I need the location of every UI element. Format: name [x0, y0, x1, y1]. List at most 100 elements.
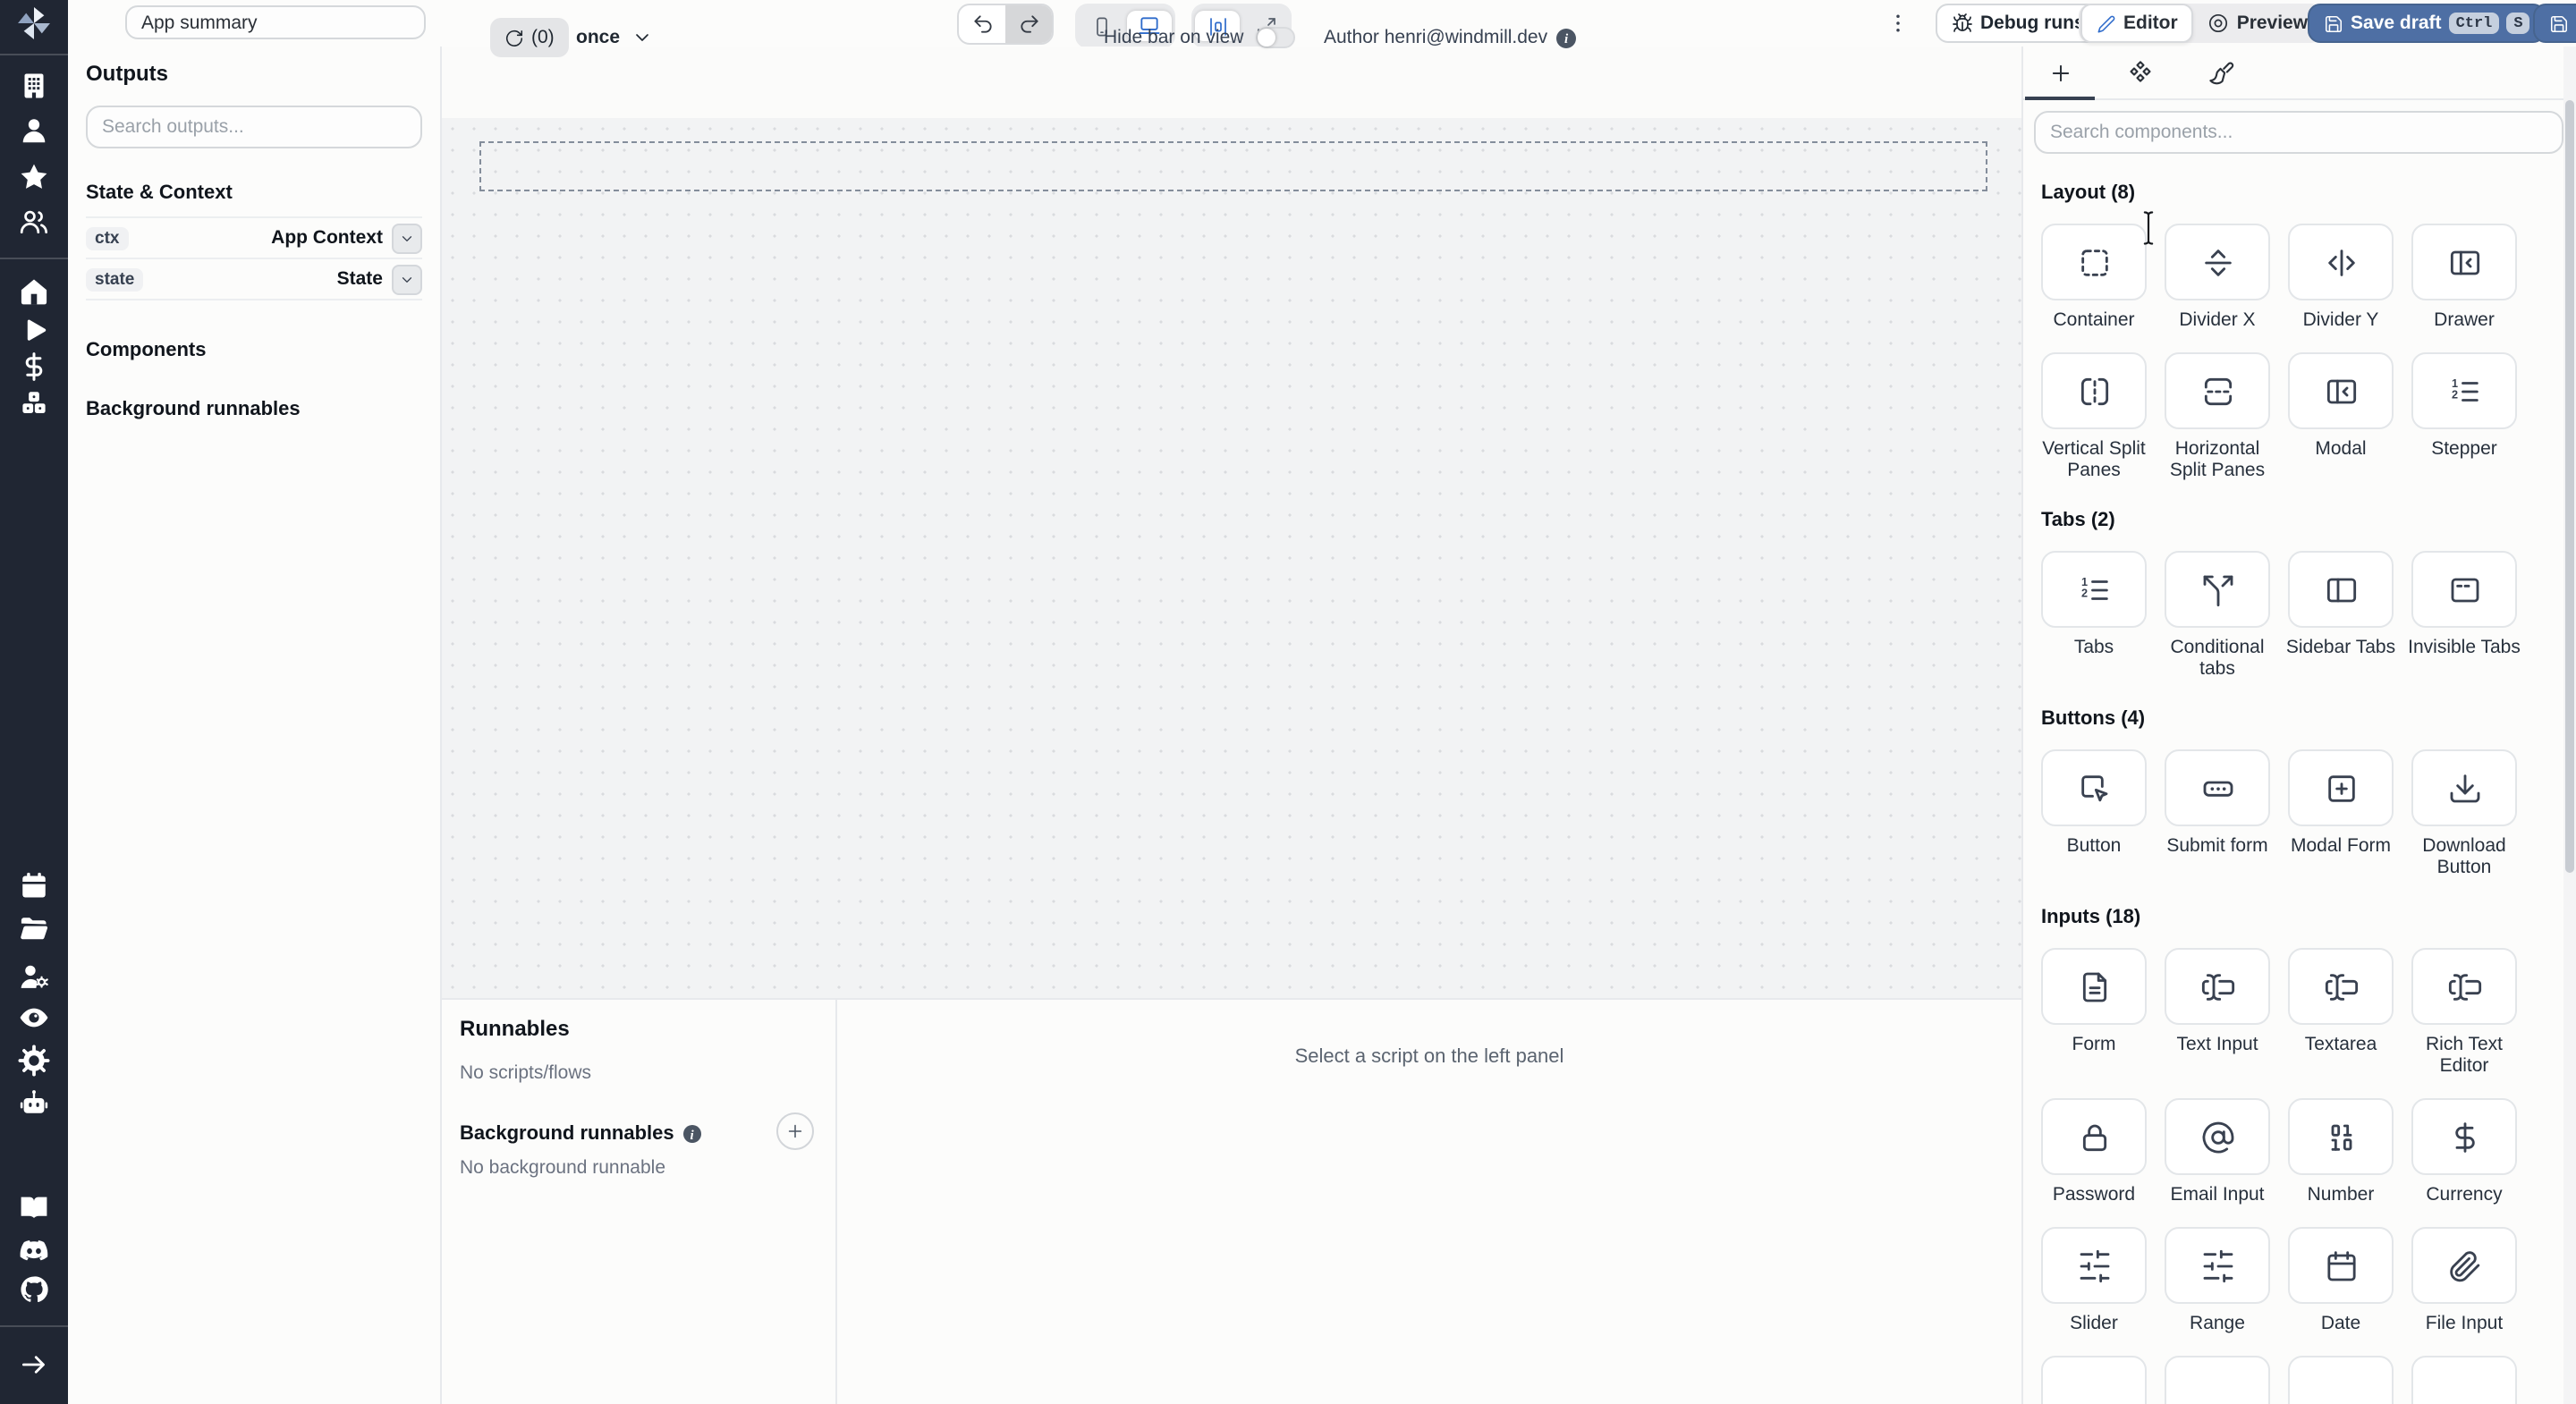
sidebar-user-button[interactable] — [18, 114, 50, 147]
drawer-icon — [2449, 250, 2479, 275]
info-icon[interactable]: i — [1556, 28, 1577, 47]
state-context-title: State & Context — [86, 182, 233, 204]
sidebar-discord-button[interactable] — [18, 1233, 50, 1265]
file-text-icon — [2081, 971, 2106, 1002]
component-card-currency[interactable] — [2411, 1098, 2517, 1175]
sidebar-user-cog-button[interactable] — [18, 960, 50, 992]
component-card-modal-form[interactable] — [2288, 749, 2394, 826]
app-canvas[interactable] — [442, 118, 2021, 998]
search-components-input[interactable] — [2034, 111, 2563, 154]
undo-button[interactable] — [959, 5, 1005, 43]
empty-drop-zone[interactable] — [479, 141, 1987, 191]
sidebar-dollar-button[interactable] — [18, 350, 50, 382]
sidebar-folder-open-button[interactable] — [18, 912, 50, 944]
component-card-form[interactable] — [2041, 948, 2147, 1025]
component-card-stepper[interactable]: 12 — [2411, 352, 2517, 429]
bot-icon — [20, 1089, 48, 1112]
component-card-divider-x[interactable] — [2165, 224, 2270, 300]
component-item-conditional-tabs: Conditional tabs — [2165, 551, 2270, 680]
sidebar-eye-button[interactable] — [18, 1002, 50, 1034]
book-open-icon — [21, 1197, 47, 1218]
app-summary-input[interactable] — [125, 5, 426, 39]
sidebar-play-button[interactable] — [18, 314, 50, 346]
component-card-cutoff[interactable] — [2165, 1356, 2270, 1404]
component-card-slider[interactable] — [2041, 1227, 2147, 1304]
tab-insert-component[interactable] — [2048, 60, 2073, 85]
component-card-download-button[interactable] — [2411, 749, 2517, 826]
interval-select[interactable]: once — [576, 18, 652, 57]
sliders-icon — [2202, 1248, 2233, 1282]
tab-preview[interactable]: Preview — [2194, 5, 2322, 41]
component-card-text-input[interactable] — [2165, 948, 2270, 1025]
sidebar-star-button[interactable] — [18, 161, 50, 193]
component-card-file-input[interactable] — [2411, 1227, 2517, 1304]
component-item-email-input: Email Input — [2165, 1098, 2270, 1205]
save-icon — [2325, 14, 2343, 32]
component-card-tabs[interactable]: 12 — [2041, 551, 2147, 628]
component-card-submit-form[interactable] — [2165, 749, 2270, 826]
component-card-drawer[interactable] — [2411, 224, 2517, 300]
sidebar-windmill-logo-button — [14, 4, 54, 43]
user-cog-icon — [21, 964, 48, 987]
save-draft-button[interactable]: Save draft Ctrl S — [2308, 4, 2546, 43]
component-card-divider-y[interactable] — [2288, 224, 2394, 300]
invisible-tabs-icon — [2450, 577, 2479, 602]
component-card-horizontal-split-panes[interactable] — [2165, 352, 2270, 429]
component-item-range: Range — [2165, 1227, 2270, 1334]
tab-styling[interactable] — [2207, 59, 2234, 86]
refresh-button[interactable]: (0) — [490, 18, 569, 57]
component-label: Tabs — [2073, 637, 2114, 658]
expand-state-button[interactable] — [392, 264, 422, 294]
tab-component-settings[interactable] — [2127, 59, 2154, 86]
component-card-modal[interactable] — [2288, 352, 2394, 429]
component-card-cutoff[interactable] — [2288, 1356, 2394, 1404]
component-card-container[interactable] — [2041, 224, 2147, 300]
deploy-button[interactable]: Deploy — [2533, 4, 2576, 43]
component-card-sidebar-tabs[interactable] — [2288, 551, 2394, 628]
component-card-password[interactable] — [2041, 1098, 2147, 1175]
component-item-textarea: Textarea — [2288, 948, 2394, 1077]
dollar-sign-icon — [2454, 1121, 2474, 1152]
sidebar-github-button[interactable] — [18, 1273, 50, 1305]
arrow-right-icon — [21, 1356, 45, 1374]
scrollbar-track[interactable] — [2563, 47, 2576, 1404]
component-card-cutoff[interactable] — [2411, 1356, 2517, 1404]
hide-bar-toggle[interactable] — [1256, 27, 1296, 48]
canvas-toolbar — [442, 47, 2021, 118]
sidebar-building-button[interactable] — [18, 70, 50, 102]
component-card-invisible-tabs[interactable] — [2411, 551, 2517, 628]
sidebar-calendar-button[interactable] — [18, 869, 50, 901]
output-row-state[interactable]: state State — [86, 259, 422, 300]
components-title: Components — [86, 340, 207, 361]
component-card-date[interactable] — [2288, 1227, 2394, 1304]
component-card-textarea[interactable] — [2288, 948, 2394, 1025]
divider-y-icon — [2327, 249, 2354, 275]
sidebar-home-button[interactable] — [18, 275, 50, 308]
expand-ctx-button[interactable] — [392, 223, 422, 253]
component-card-vertical-split-panes[interactable] — [2041, 352, 2147, 429]
component-card-range[interactable] — [2165, 1227, 2270, 1304]
tab-editor[interactable]: Editor — [2080, 4, 2194, 43]
component-card-conditional-tabs[interactable] — [2165, 551, 2270, 628]
component-card-button[interactable] — [2041, 749, 2147, 826]
component-card-number[interactable] — [2288, 1098, 2394, 1175]
sidebar-arrow-right-button[interactable] — [19, 1349, 49, 1380]
outputs-panel: Outputs State & Context ctx App Context … — [68, 47, 442, 1404]
sidebar-gear-button[interactable] — [18, 1045, 50, 1077]
sidebar-book-open-button[interactable] — [18, 1191, 50, 1223]
debug-runs-button[interactable]: Debug runs — [1936, 4, 2101, 43]
sidebar-bot-button[interactable] — [18, 1087, 50, 1119]
sidebar-boxes-button[interactable] — [18, 386, 50, 419]
scrollbar-thumb[interactable] — [2565, 100, 2574, 873]
search-outputs-input[interactable] — [86, 106, 422, 148]
output-row-ctx[interactable]: ctx App Context — [86, 218, 422, 259]
redo-button[interactable] — [1005, 5, 1052, 43]
add-background-runnable-button[interactable] — [776, 1112, 814, 1150]
component-card-email-input[interactable] — [2165, 1098, 2270, 1175]
more-menu-button[interactable] — [1882, 5, 1914, 41]
component-card-cutoff[interactable] — [2041, 1356, 2147, 1404]
modal-form-icon — [2327, 774, 2354, 801]
sidebar-users-button[interactable] — [18, 206, 50, 238]
component-card-rich-text-editor[interactable] — [2411, 948, 2517, 1025]
dots-vertical-icon — [1896, 14, 1900, 32]
